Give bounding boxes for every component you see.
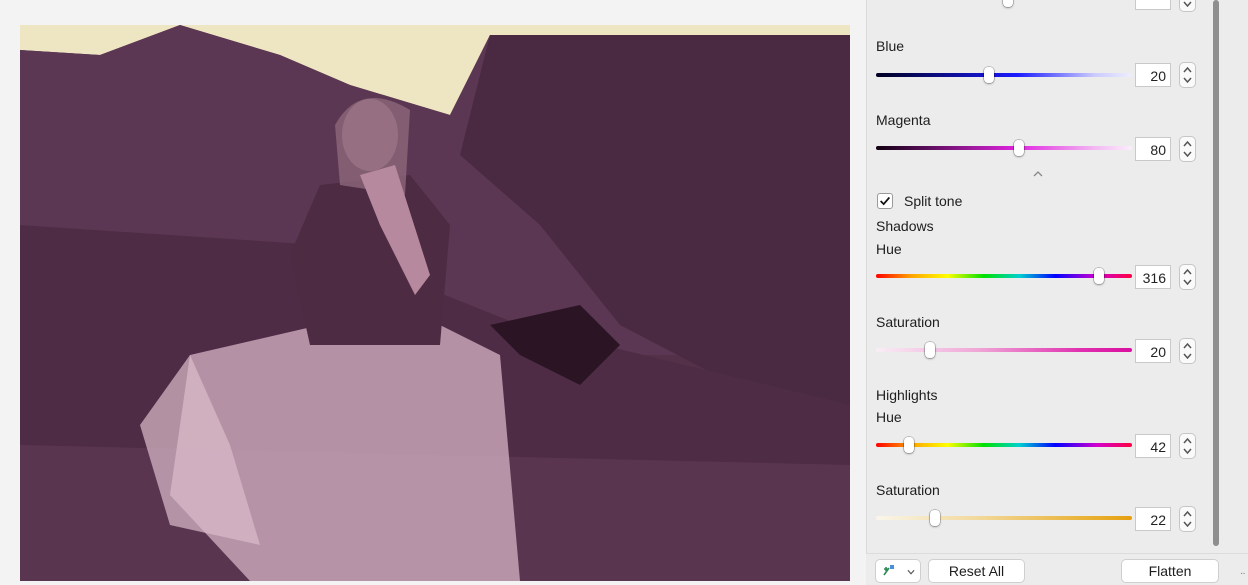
blue-label: Blue [876,38,905,54]
chevron-down-icon[interactable] [1183,279,1192,285]
shadows-hue-label: Hue [876,241,902,257]
highlights-saturation-value-field[interactable]: 22 [1135,507,1171,531]
magic-adjust-icon [883,565,894,576]
top-stepper[interactable] [1179,0,1196,12]
reset-all-button[interactable]: Reset All [928,559,1025,583]
blue-stepper[interactable] [1179,62,1196,88]
chevron-up-icon[interactable] [1183,438,1192,444]
blue-slider-track[interactable] [876,73,1132,77]
chevron-down-icon[interactable] [1183,448,1192,454]
highlights-hue-stepper[interactable] [1179,433,1196,459]
chevron-down-icon[interactable] [1183,77,1192,83]
checkmark-icon [880,196,891,206]
flatten-button[interactable]: Flatten [1121,559,1219,583]
chevron-up-icon[interactable] [1183,67,1192,73]
photo-image[interactable] [20,25,850,581]
highlights-saturation-slider-thumb[interactable] [929,510,940,526]
overflow-dots: ·· [1240,568,1246,579]
shadows-hue-slider-thumb[interactable] [1093,268,1104,284]
shadows-saturation-slider-track[interactable] [876,348,1132,352]
shadows-saturation-label: Saturation [876,314,940,330]
highlights-saturation-label: Saturation [876,482,940,498]
collapse-chevron-icon[interactable] [1032,170,1044,178]
chevron-up-icon[interactable] [1183,343,1192,349]
chevron-down-icon[interactable] [1183,353,1192,359]
highlights-hue-label: Hue [876,409,902,425]
shadows-saturation-stepper[interactable] [1179,338,1196,364]
split-tone-label: Split tone [904,193,963,209]
magenta-value-field[interactable]: 80 [1135,137,1171,161]
top-slider-thumb[interactable] [1003,0,1013,7]
chevron-up-icon[interactable] [1183,141,1192,147]
split-tone-checkbox[interactable] [877,193,893,209]
canvas-area [0,0,866,584]
chevron-up-icon[interactable] [1183,269,1192,275]
chevron-down-icon[interactable] [1183,151,1192,157]
preset-menu-button[interactable] [875,559,921,583]
shadows-saturation-value-field[interactable]: 20 [1135,339,1171,363]
panel-scrollbar[interactable] [1213,0,1219,546]
top-value-field[interactable] [1135,0,1171,10]
chevron-down-icon [907,569,915,575]
shadows-hue-stepper[interactable] [1179,264,1196,290]
magenta-label: Magenta [876,112,931,128]
highlights-saturation-slider-track[interactable] [876,516,1132,520]
highlights-saturation-stepper[interactable] [1179,506,1196,532]
highlights-heading: Highlights [876,387,938,403]
chevron-down-icon[interactable] [1183,521,1192,527]
adjustments-panel: Blue 20 Magenta 80 Split tone Shadows Hu… [866,0,1248,584]
highlights-hue-slider-track[interactable] [876,443,1132,447]
magenta-stepper[interactable] [1179,136,1196,162]
magenta-slider-thumb[interactable] [1014,140,1025,156]
blue-value-field[interactable]: 20 [1135,63,1171,87]
chevron-up-icon[interactable] [1183,511,1192,517]
shadows-heading: Shadows [876,218,934,234]
highlights-hue-value-field[interactable]: 42 [1135,434,1171,458]
shadows-saturation-slider-thumb[interactable] [924,342,935,358]
magenta-slider-track[interactable] [876,146,1132,150]
blue-slider-thumb[interactable] [983,67,994,83]
shadows-hue-value-field[interactable]: 316 [1135,265,1171,289]
panel-bottom-bar: Reset All Flatten ·· [866,553,1248,585]
highlights-hue-slider-thumb[interactable] [904,437,915,453]
